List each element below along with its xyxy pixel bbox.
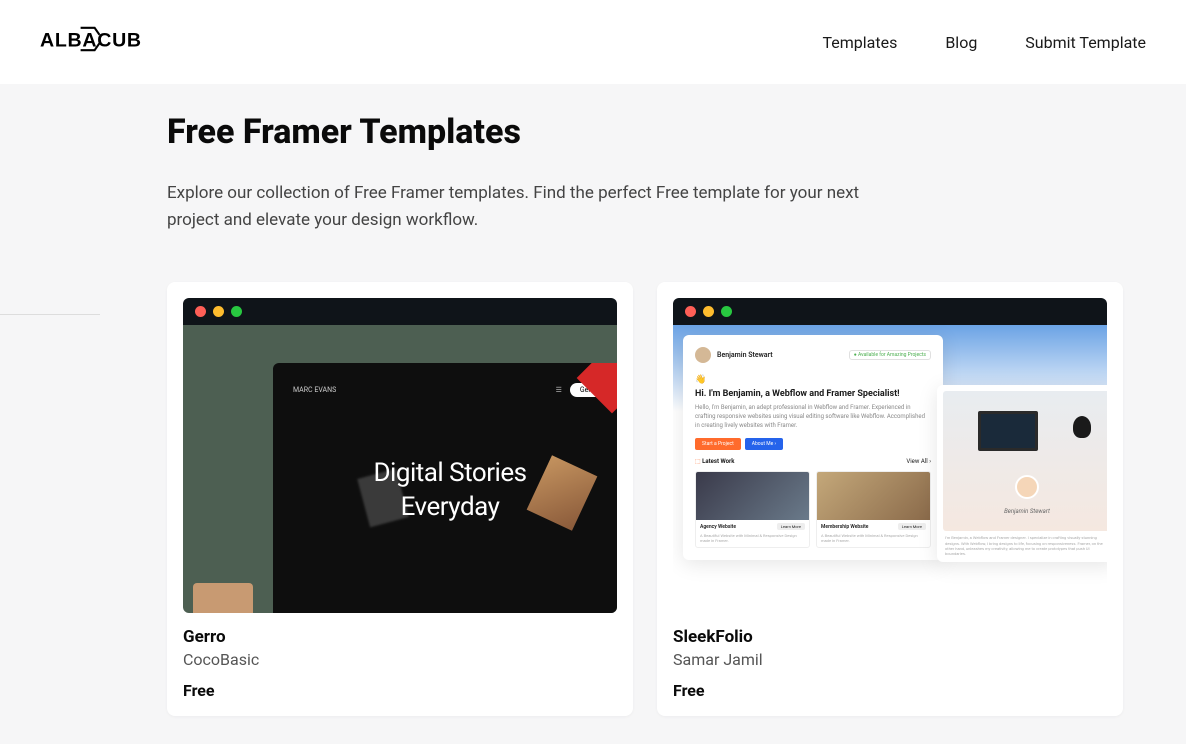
main-nav: Templates Blog Submit Template: [822, 33, 1146, 52]
nav-submit-template[interactable]: Submit Template: [1025, 33, 1146, 52]
window-close-icon: [195, 306, 206, 317]
preview-panel-primary: Benjamin Stewart ● Available for Amazing…: [683, 335, 943, 560]
sparkle-icon: ⬚: [695, 458, 701, 465]
monitor-icon: [978, 411, 1038, 451]
preview-window: MARC EVANS ☰ Gerro Digital Stories: [183, 298, 617, 613]
template-author: CocoBasic: [183, 650, 617, 669]
template-preview: Benjamin Stewart ● Available for Amazing…: [673, 325, 1107, 613]
signature: Benjamin Stewart: [1004, 508, 1050, 515]
preview-primary-button: Start a Project: [695, 438, 741, 450]
preview-bio-text: I'm Benjamin, a Webflow and Framer desig…: [943, 531, 1107, 556]
window-zoom-icon: [231, 306, 242, 317]
main-content: Free Framer Templates Explore our collec…: [125, 84, 1165, 744]
template-title: SleekFolio: [673, 627, 1107, 647]
headphones-icon: [1073, 416, 1091, 438]
nav-templates[interactable]: Templates: [822, 33, 897, 52]
wave-emoji-icon: 👋: [695, 375, 931, 385]
preview-person-name: Benjamin Stewart: [717, 351, 773, 359]
svg-text:ALBACUB: ALBACUB: [40, 30, 142, 52]
template-card-sleekfolio[interactable]: Benjamin Stewart ● Available for Amazing…: [657, 282, 1123, 716]
template-title: Gerro: [183, 627, 617, 647]
template-author: Samar Jamil: [673, 650, 1107, 669]
header: ALBACUB Templates Blog Submit Template: [0, 0, 1186, 84]
window-zoom-icon: [721, 306, 732, 317]
window-minimize-icon: [213, 306, 224, 317]
logo-svg: ALBACUB: [40, 21, 180, 57]
availability-badge: ● Available for Amazing Projects: [849, 350, 931, 360]
work-thumbnail: Membership Website Learn More A Beautifu…: [816, 471, 931, 548]
preview-hero-text: Digital Stories Everyday: [293, 457, 607, 525]
nav-blog[interactable]: Blog: [945, 33, 977, 52]
sidebar-divider: [0, 314, 100, 315]
window-title-bar: [183, 298, 617, 325]
avatar-icon: [1015, 475, 1039, 499]
sidebar: [0, 84, 125, 744]
template-price: Free: [183, 681, 617, 700]
preview-window: Benjamin Stewart ● Available for Amazing…: [673, 298, 1107, 613]
preview-hero-body: Hello, I'm Benjamin, an adept profession…: [695, 403, 931, 430]
template-card-gerro[interactable]: MARC EVANS ☰ Gerro Digital Stories: [167, 282, 633, 716]
preview-brand: MARC EVANS: [293, 386, 336, 394]
preview-panel-secondary: ● Available for Amazing Projects Benjami…: [937, 385, 1107, 562]
preview-hero-title: Hi. I'm Benjamin, a Webflow and Framer S…: [695, 389, 931, 399]
brand-logo[interactable]: ALBACUB: [40, 21, 180, 63]
window-close-icon: [685, 306, 696, 317]
template-price: Free: [673, 681, 1107, 700]
window-title-bar: [673, 298, 1107, 325]
work-thumbnail: Agency Website Learn More A Beautiful We…: [695, 471, 810, 548]
template-preview: MARC EVANS ☰ Gerro Digital Stories: [183, 325, 617, 613]
hamburger-icon: ☰: [556, 386, 562, 394]
view-all-link: View All ›: [906, 458, 931, 465]
window-minimize-icon: [703, 306, 714, 317]
page-title: Free Framer Templates: [167, 112, 1123, 152]
template-grid: MARC EVANS ☰ Gerro Digital Stories: [167, 282, 1123, 716]
preview-secondary-button: About Me ›: [745, 438, 783, 450]
avatar-icon: [695, 347, 711, 363]
page-description: Explore our collection of Free Framer te…: [167, 180, 907, 234]
